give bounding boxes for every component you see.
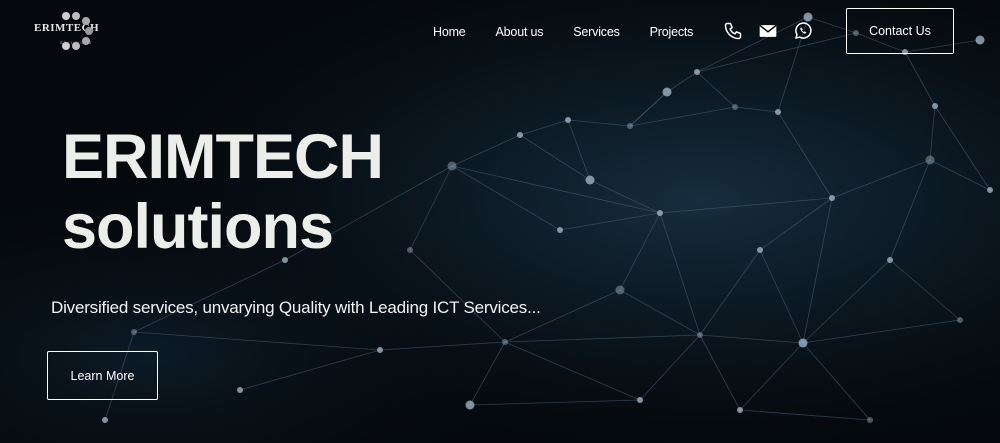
nav-about-us[interactable]: About us: [496, 25, 544, 39]
nav-home[interactable]: Home: [433, 25, 466, 39]
nav-services[interactable]: Services: [573, 25, 620, 39]
hero-title-line2: solutions: [62, 192, 334, 262]
hero-tagline: Diversified services, unvarying Quality …: [51, 298, 541, 317]
hero-title: ERIMTECH solutions: [62, 122, 384, 262]
contact-icons: [723, 21, 828, 41]
phone-icon[interactable]: [723, 21, 745, 41]
whatsapp-icon[interactable]: [793, 21, 815, 41]
nav-projects[interactable]: Projects: [650, 25, 694, 39]
main-nav: Home About us Services Projects: [433, 22, 723, 42]
logo-dots-icon: [62, 12, 93, 50]
mail-icon[interactable]: [758, 21, 780, 41]
brand-logo[interactable]: ERIMTECH SOLUTIONS: [34, 10, 99, 52]
contact-us-button[interactable]: Contact Us: [846, 8, 954, 54]
logo-subtext: SOLUTIONS: [60, 40, 93, 45]
hero-title-line1: ERIMTECH: [62, 122, 384, 192]
learn-more-button[interactable]: Learn More: [47, 351, 158, 400]
